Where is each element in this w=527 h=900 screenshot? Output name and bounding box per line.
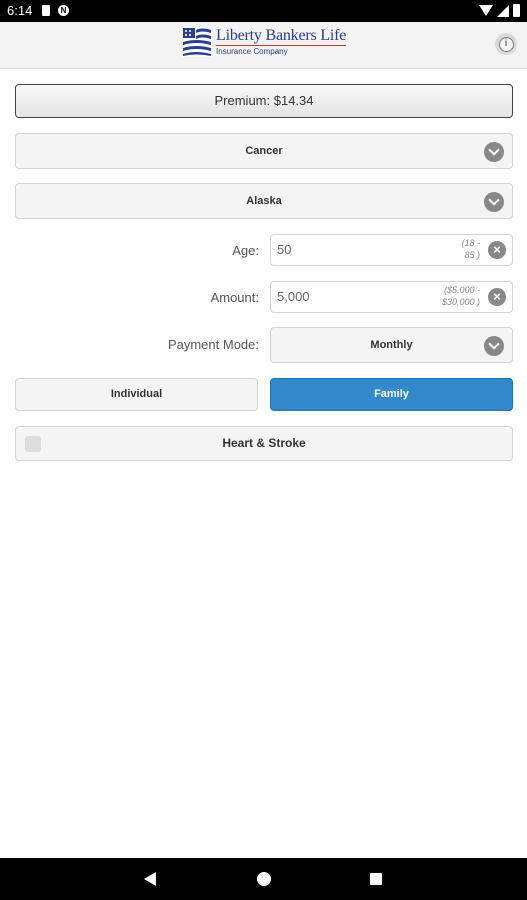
age-range-hint: (18 - 85 ) (461, 237, 480, 261)
individual-button[interactable]: Individual (15, 378, 258, 411)
age-hint-line2: 85 ) (464, 250, 480, 260)
clear-icon[interactable]: × (488, 241, 506, 259)
clear-icon[interactable]: × (488, 288, 506, 306)
company-logo: Liberty Bankers Life Insurance Company (182, 27, 346, 57)
navigation-bar (0, 858, 527, 900)
payment-mode-select[interactable]: Monthly (270, 327, 513, 363)
amount-range-hint: ($5,000 - $30,000 ) (442, 284, 480, 308)
logo-text: Liberty Bankers Life Insurance Company (216, 27, 346, 57)
logo-divider (216, 45, 346, 46)
info-icon: i (498, 36, 514, 52)
chevron-down-icon (484, 192, 504, 212)
battery-icon (513, 4, 520, 17)
amount-label: Amount: (210, 290, 259, 305)
data-saver-icon: N (58, 5, 69, 16)
status-time: 6:14 (7, 3, 33, 18)
app-header: Liberty Bankers Life Insurance Company i (0, 22, 527, 69)
product-select-value: Cancer (245, 145, 283, 157)
status-system-icons (479, 4, 520, 17)
signal-icon (497, 4, 509, 17)
amount-hint-line1: ($5,000 - (443, 285, 480, 295)
status-bar: 6:14 N (0, 0, 527, 22)
sd-card-icon (42, 5, 50, 16)
info-button[interactable]: i (495, 33, 517, 55)
family-button[interactable]: Family (270, 378, 513, 411)
chevron-down-icon (484, 142, 504, 162)
state-select-value: Alaska (246, 195, 282, 207)
back-icon[interactable] (144, 872, 156, 886)
amount-hint-line2: $30,000 ) (441, 297, 480, 307)
age-input[interactable]: 50 (18 - 85 ) × (270, 234, 513, 266)
age-value: 50 (277, 242, 292, 257)
heart-stroke-label: Heart & Stroke (222, 436, 306, 450)
flag-logo-icon (182, 27, 212, 57)
chevron-down-icon (484, 336, 504, 356)
state-select[interactable]: Alaska (15, 183, 513, 219)
amount-value: 5,000 (277, 289, 310, 304)
wifi-icon (479, 5, 493, 16)
home-icon[interactable] (257, 872, 271, 886)
age-hint-line1: (18 - (461, 238, 480, 248)
amount-input[interactable]: 5,000 ($5,000 - $30,000 ) × (270, 281, 513, 313)
payment-mode-label: Payment Mode: (167, 337, 259, 352)
premium-display[interactable]: Premium: $14.34 (15, 84, 513, 118)
recent-apps-icon[interactable] (370, 873, 382, 885)
heart-stroke-rider[interactable]: Heart & Stroke (15, 426, 513, 461)
product-select[interactable]: Cancer (15, 133, 513, 169)
company-name: Liberty Bankers Life (216, 27, 347, 44)
age-label: Age: (232, 243, 259, 258)
payment-mode-value: Monthly (370, 339, 413, 351)
company-subtitle: Insurance Company (216, 47, 288, 56)
status-notification-icons: N (42, 5, 69, 16)
